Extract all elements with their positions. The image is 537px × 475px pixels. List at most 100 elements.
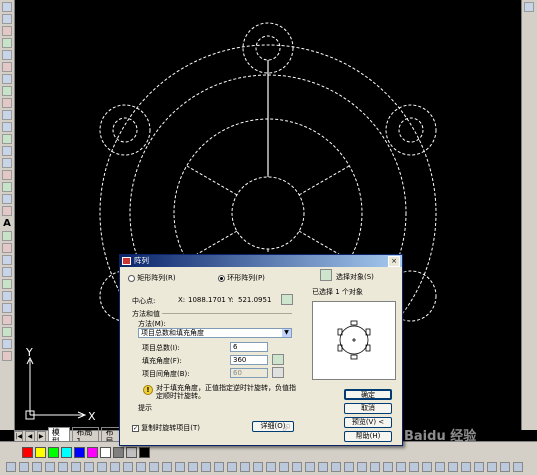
pick-fill-angle-icon[interactable]	[272, 354, 284, 365]
toolbar-button-icon[interactable]	[71, 462, 81, 472]
ok-button[interactable]: 确定	[344, 389, 392, 400]
table-icon[interactable]	[2, 206, 12, 216]
hatch-icon[interactable]	[2, 170, 12, 180]
ellipse-icon[interactable]	[2, 110, 12, 120]
toolbar-button-icon[interactable]	[370, 462, 380, 472]
stretch-icon[interactable]	[2, 327, 12, 337]
revcloud-icon[interactable]	[2, 86, 12, 96]
line-tool-icon[interactable]	[2, 2, 12, 12]
trim-icon[interactable]	[2, 339, 12, 349]
preview-button[interactable]: 预览(V) <	[344, 417, 392, 428]
color-swatch[interactable]	[74, 447, 85, 458]
toolbar-button-icon[interactable]	[500, 462, 510, 472]
point-icon[interactable]	[2, 158, 12, 168]
toolbar-button-icon[interactable]	[214, 462, 224, 472]
item-angle-input[interactable]: 60	[230, 368, 268, 378]
toolbar-button-icon[interactable]	[45, 462, 55, 472]
toolbar-button-icon[interactable]	[266, 462, 276, 472]
circle-icon[interactable]	[2, 74, 12, 84]
array-icon[interactable]	[2, 279, 12, 289]
move-icon[interactable]	[2, 291, 12, 301]
toolbar-button-icon[interactable]	[409, 462, 419, 472]
toolbar-button-icon[interactable]	[97, 462, 107, 472]
make-block-icon[interactable]	[2, 146, 12, 156]
toolbar-button-icon[interactable]	[32, 462, 42, 472]
color-swatch[interactable]	[126, 447, 137, 458]
toolbar-button-icon[interactable]	[396, 462, 406, 472]
toolbar-button-icon[interactable]	[344, 462, 354, 472]
help-button[interactable]: 帮助(H)	[344, 431, 392, 442]
toolbar-button-icon[interactable]	[524, 2, 534, 12]
radio-polar-array[interactable]: 环形阵列(P)	[218, 273, 265, 283]
toolbar-button-icon[interactable]	[58, 462, 68, 472]
fill-angle-input[interactable]: 360	[230, 355, 268, 365]
copy-icon[interactable]	[2, 243, 12, 253]
toolbar-button-icon[interactable]	[422, 462, 432, 472]
toolbar-button-icon[interactable]	[305, 462, 315, 472]
toolbar-button-icon[interactable]	[110, 462, 120, 472]
extend-icon[interactable]	[2, 351, 12, 361]
toolbar-button-icon[interactable]	[487, 462, 497, 472]
toolbar-button-icon[interactable]	[149, 462, 159, 472]
toolbar-button-icon[interactable]	[175, 462, 185, 472]
color-swatch[interactable]	[22, 447, 33, 458]
insert-block-icon[interactable]	[2, 134, 12, 144]
checkbox-checked-icon[interactable]: ✓	[132, 424, 139, 432]
mtext-icon[interactable]: A	[0, 218, 14, 229]
toolbar-button-icon[interactable]	[331, 462, 341, 472]
toolbar-button-icon[interactable]	[461, 462, 471, 472]
center-y-value[interactable]: 521.0951	[238, 296, 271, 304]
toolbar-button-icon[interactable]	[19, 462, 29, 472]
spline-icon[interactable]	[2, 98, 12, 108]
select-objects-button[interactable]: 选择对象(S)	[336, 272, 374, 282]
polygon-icon[interactable]	[2, 38, 12, 48]
color-swatch[interactable]	[87, 447, 98, 458]
pick-center-icon[interactable]	[281, 294, 293, 305]
toolbar-button-icon[interactable]	[357, 462, 367, 472]
toolbar-button-icon[interactable]	[240, 462, 250, 472]
toolbar-button-icon[interactable]	[435, 462, 445, 472]
scale-icon[interactable]	[2, 315, 12, 325]
toolbar-button-icon[interactable]	[136, 462, 146, 472]
close-button[interactable]: ×	[388, 256, 400, 267]
radio-polar-icon[interactable]	[218, 274, 225, 282]
color-swatch[interactable]	[61, 447, 72, 458]
offset-icon[interactable]	[2, 267, 12, 277]
cancel-button[interactable]: 取消	[344, 403, 392, 414]
rotate-icon[interactable]	[2, 303, 12, 313]
color-swatch[interactable]	[139, 447, 150, 458]
rotate-items-checkbox[interactable]: ✓ 复制时旋转项目(T)	[132, 423, 200, 433]
color-swatch[interactable]	[35, 447, 46, 458]
gradient-icon[interactable]	[2, 182, 12, 192]
toolbar-button-icon[interactable]	[6, 462, 16, 472]
chevron-down-icon[interactable]: ▼	[282, 329, 291, 337]
toolbar-button-icon[interactable]	[279, 462, 289, 472]
rectangle-icon[interactable]	[2, 50, 12, 60]
color-swatch[interactable]	[113, 447, 124, 458]
method-select[interactable]: 项目总数和填充角度 ▼	[138, 328, 292, 338]
total-items-input[interactable]: 6	[230, 342, 268, 352]
toolbar-button-icon[interactable]	[123, 462, 133, 472]
toolbar-button-icon[interactable]	[227, 462, 237, 472]
toolbar-button-icon[interactable]	[448, 462, 458, 472]
radio-rect-icon[interactable]	[128, 274, 135, 282]
center-x-value[interactable]: 1088.1701	[188, 296, 226, 304]
pick-item-angle-icon[interactable]	[272, 367, 284, 378]
toolbar-button-icon[interactable]	[84, 462, 94, 472]
toolbar-button-icon[interactable]	[253, 462, 263, 472]
toolbar-button-icon[interactable]	[162, 462, 172, 472]
toolbar-button-icon[interactable]	[318, 462, 328, 472]
polyline-icon[interactable]	[2, 26, 12, 36]
toolbar-button-icon[interactable]	[188, 462, 198, 472]
construction-line-icon[interactable]	[2, 14, 12, 24]
toolbar-button-icon[interactable]	[474, 462, 484, 472]
toolbar-button-icon[interactable]	[201, 462, 211, 472]
toolbar-button-icon[interactable]	[383, 462, 393, 472]
ellipse-arc-icon[interactable]	[2, 122, 12, 132]
mirror-icon[interactable]	[2, 255, 12, 265]
region-icon[interactable]	[2, 194, 12, 204]
radio-rect-array[interactable]: 矩形阵列(R)	[128, 273, 176, 283]
toolbar-button-icon[interactable]	[292, 462, 302, 472]
select-objects-icon[interactable]	[320, 269, 332, 281]
color-swatch[interactable]	[48, 447, 59, 458]
